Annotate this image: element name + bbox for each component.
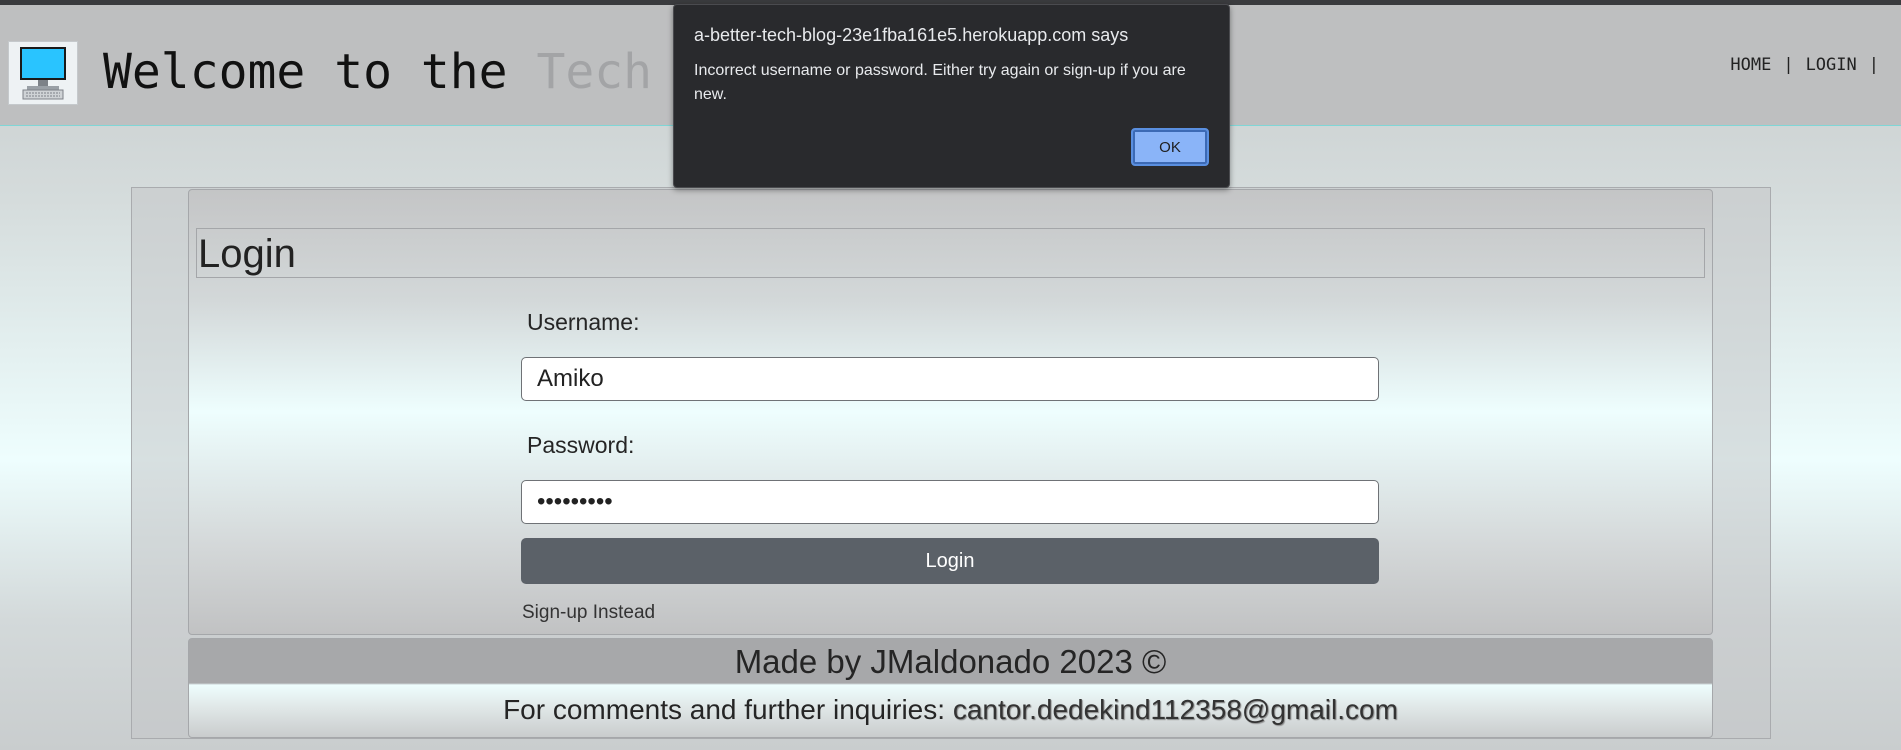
alert-dialog: a-better-tech-blog-23e1fba161e5.herokuap… — [673, 4, 1230, 188]
dialog-title: a-better-tech-blog-23e1fba161e5.herokuap… — [694, 25, 1129, 45]
username-label: Username: — [527, 309, 640, 335]
site-title-prefix: Welcome to the — [103, 44, 537, 100]
nav-home-link[interactable]: HOME — [1730, 55, 1771, 75]
password-label: Password: — [527, 432, 635, 458]
footer-credit: Made by JMaldonado 2023 © — [734, 643, 1167, 680]
login-title: Login — [198, 232, 296, 276]
login-button[interactable]: Login — [521, 538, 1379, 584]
dialog-message: Incorrect username or password. Either t… — [694, 62, 1186, 103]
site-title: Welcome to the Tech — [103, 42, 652, 102]
footer-contact: For comments and further inquiries: cant… — [189, 694, 1712, 726]
computer-monitor-icon — [8, 41, 78, 105]
login-header-box — [196, 228, 1705, 278]
top-nav: HOME | LOGIN | — [1730, 55, 1891, 75]
dialog-ok-button[interactable]: OK — [1131, 128, 1209, 166]
nav-separator: | — [1783, 55, 1794, 75]
signup-link[interactable]: Sign-up Instead — [522, 602, 655, 624]
site-title-faded: Tech — [536, 44, 653, 100]
footer: Made by JMaldonado 2023 © For comments a… — [188, 638, 1713, 738]
footer-email-link[interactable]: cantor.dedekind112358@gmail.com — [953, 694, 1398, 725]
footer-contact-prefix: For comments and further inquiries: — [503, 694, 953, 725]
nav-separator: | — [1868, 55, 1879, 75]
username-input[interactable] — [521, 357, 1379, 401]
nav-login-link[interactable]: LOGIN — [1806, 55, 1857, 75]
password-input[interactable] — [521, 480, 1379, 524]
